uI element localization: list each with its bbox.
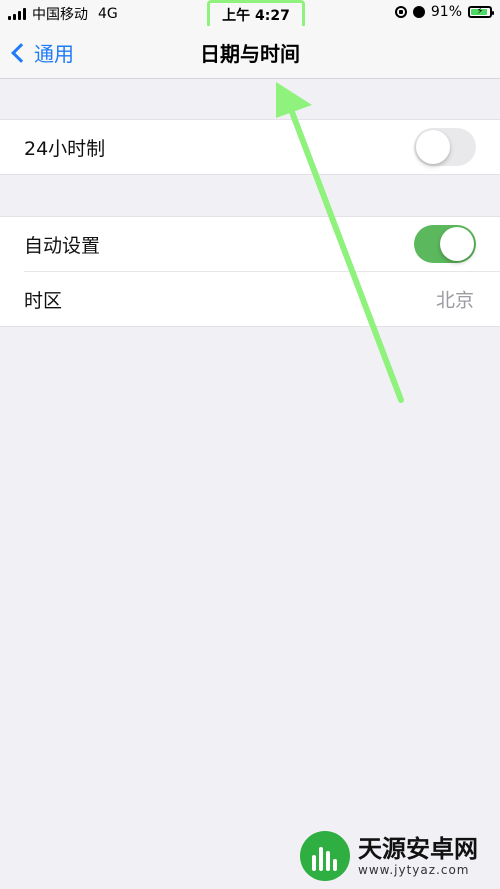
charging-bolt-icon: ⚡ — [476, 6, 484, 17]
watermark-logo-icon — [300, 831, 350, 881]
watermark-text: 天源安卓网 www.jytyaz.com — [358, 835, 478, 877]
toggle-knob — [440, 227, 474, 261]
toggle-knob — [416, 130, 450, 164]
signal-icon — [8, 8, 26, 20]
timezone-value: 北京 — [435, 289, 474, 312]
toggle-24-hour[interactable] — [414, 128, 476, 166]
status-time-text: 上午 4:27 — [222, 8, 290, 24]
navigation-bar: 通用 日期与时间 — [0, 26, 500, 79]
battery-percent: 91% — [430, 4, 462, 20]
setting-row-24-hour: 24小时制 — [0, 120, 500, 174]
status-left: 中国移动 4G — [8, 4, 118, 24]
setting-label-auto-set: 自动设置 — [24, 234, 101, 257]
rotation-lock-icon — [394, 6, 407, 18]
watermark-url: www.jytyaz.com — [358, 863, 470, 877]
arrow-head — [276, 82, 312, 118]
carrier-name: 中国移动 — [32, 7, 88, 23]
alarm-icon — [412, 6, 425, 18]
watermark-name: 天源安卓网 — [358, 835, 478, 863]
setting-row-auto-set: 自动设置 — [0, 217, 500, 271]
page-title: 日期与时间 — [200, 42, 300, 66]
settings-group-time-format: 24小时制 — [0, 119, 500, 175]
watermark: 天源安卓网 www.jytyaz.com — [300, 827, 495, 885]
setting-row-timezone[interactable]: 时区 北京 — [0, 272, 500, 326]
network-type: 4G — [98, 6, 118, 22]
status-bar: 中国移动 4G 上午 4:27 91% ⚡ — [0, 0, 500, 30]
setting-label-24-hour: 24小时制 — [24, 137, 106, 160]
setting-label-timezone: 时区 — [24, 289, 63, 312]
toggle-auto-set[interactable] — [414, 225, 476, 263]
battery-icon: ⚡ — [468, 6, 494, 18]
settings-group-auto: 自动设置 时区 北京 — [0, 216, 500, 327]
status-right: 91% ⚡ — [394, 4, 494, 20]
